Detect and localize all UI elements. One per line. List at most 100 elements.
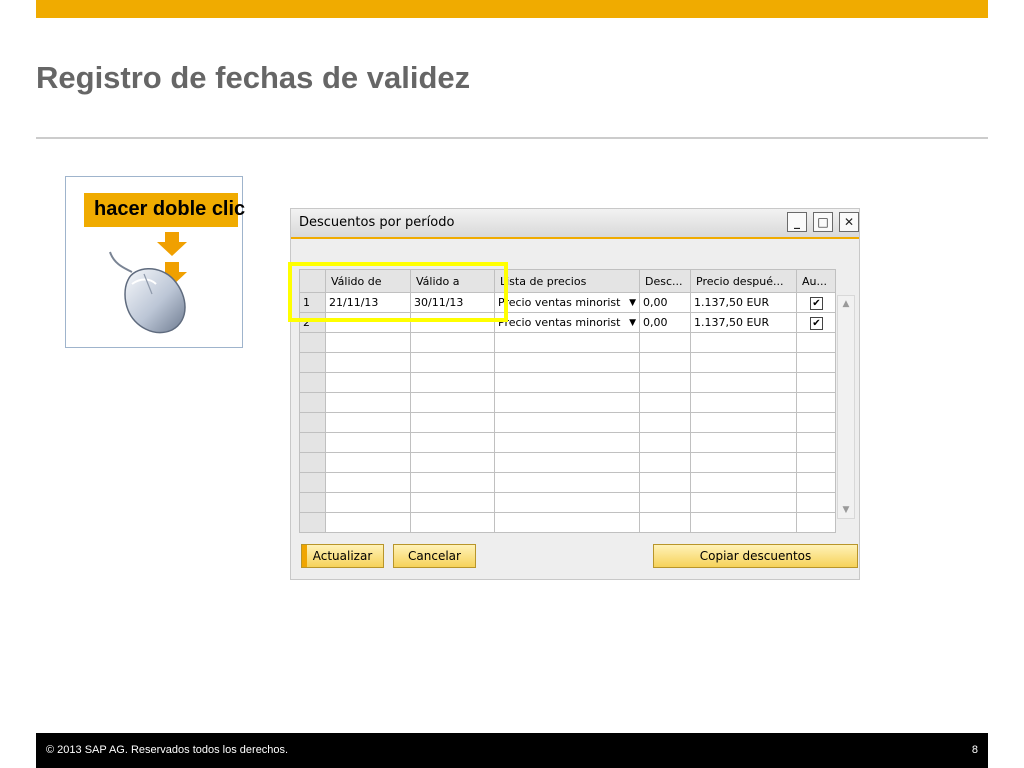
- empty-cell[interactable]: [796, 412, 836, 433]
- empty-cell[interactable]: [796, 432, 836, 453]
- empty-cell[interactable]: [639, 492, 691, 513]
- empty-cell[interactable]: [494, 332, 640, 353]
- price-after-cell[interactable]: 1.137,50 EUR: [690, 312, 797, 333]
- empty-cell[interactable]: [410, 512, 495, 533]
- empty-cell[interactable]: [325, 412, 411, 433]
- table-row[interactable]: [299, 512, 836, 533]
- empty-cell[interactable]: [639, 432, 691, 453]
- auto-checkbox[interactable]: ✔: [810, 316, 823, 330]
- table-row[interactable]: [299, 392, 836, 413]
- table-row[interactable]: [299, 432, 836, 453]
- empty-cell[interactable]: [325, 352, 411, 373]
- empty-cell[interactable]: [690, 432, 797, 453]
- close-icon[interactable]: ✕: [839, 212, 859, 232]
- cancel-button[interactable]: Cancelar: [393, 544, 476, 568]
- minimize-icon[interactable]: _: [787, 212, 807, 232]
- dropdown-arrow-icon[interactable]: ▼: [629, 318, 636, 328]
- empty-cell[interactable]: [494, 412, 640, 433]
- auto-cell[interactable]: ✔: [796, 312, 836, 333]
- vertical-scrollbar[interactable]: ▲ ▼: [837, 295, 855, 519]
- discount-cell[interactable]: 0,00: [639, 292, 691, 313]
- window-titlebar[interactable]: Descuentos por período _ □ ✕: [291, 209, 859, 239]
- empty-cell[interactable]: [796, 472, 836, 493]
- update-button[interactable]: Actualizar: [301, 544, 384, 568]
- empty-cell[interactable]: [690, 452, 797, 473]
- auto-cell[interactable]: ✔: [796, 292, 836, 313]
- table-row[interactable]: [299, 352, 836, 373]
- empty-cell[interactable]: [690, 392, 797, 413]
- empty-cell[interactable]: [410, 392, 495, 413]
- table-row[interactable]: [299, 372, 836, 393]
- empty-cell[interactable]: [690, 332, 797, 353]
- copyright-text: © 2013 SAP AG. Reservados todos los dere…: [46, 744, 289, 756]
- hint-text: hacer doble clic: [94, 198, 246, 220]
- empty-cell[interactable]: [796, 492, 836, 513]
- table-row[interactable]: [299, 412, 836, 433]
- scroll-up-icon[interactable]: ▲: [838, 296, 854, 312]
- empty-cell[interactable]: [639, 352, 691, 373]
- column-header-price-list[interactable]: Lista de precios: [494, 269, 640, 293]
- empty-cell[interactable]: [494, 492, 640, 513]
- empty-cell[interactable]: [410, 352, 495, 373]
- empty-cell[interactable]: [796, 452, 836, 473]
- empty-cell[interactable]: [796, 372, 836, 393]
- auto-checkbox[interactable]: ✔: [810, 296, 823, 310]
- table-row[interactable]: [299, 492, 836, 513]
- empty-cell[interactable]: [690, 492, 797, 513]
- empty-cell[interactable]: [410, 332, 495, 353]
- empty-cell[interactable]: [796, 332, 836, 353]
- table-row[interactable]: [299, 452, 836, 473]
- row-number: [299, 332, 326, 353]
- empty-cell[interactable]: [494, 432, 640, 453]
- copy-discounts-button[interactable]: Copiar descuentos: [653, 544, 858, 568]
- empty-cell[interactable]: [494, 372, 640, 393]
- column-header-price-after[interactable]: Precio despué...: [690, 269, 797, 293]
- empty-cell[interactable]: [639, 452, 691, 473]
- empty-cell[interactable]: [690, 512, 797, 533]
- empty-cell[interactable]: [796, 512, 836, 533]
- empty-cell[interactable]: [690, 472, 797, 493]
- empty-cell[interactable]: [410, 432, 495, 453]
- empty-cell[interactable]: [325, 492, 411, 513]
- empty-cell[interactable]: [796, 352, 836, 373]
- empty-cell[interactable]: [325, 332, 411, 353]
- empty-cell[interactable]: [639, 512, 691, 533]
- empty-cell[interactable]: [639, 472, 691, 493]
- empty-cell[interactable]: [690, 352, 797, 373]
- price-list-cell[interactable]: Precio ventas minorist ▼: [494, 312, 640, 333]
- empty-cell[interactable]: [325, 452, 411, 473]
- empty-cell[interactable]: [325, 472, 411, 493]
- empty-cell[interactable]: [494, 512, 640, 533]
- empty-cell[interactable]: [325, 512, 411, 533]
- empty-cell[interactable]: [325, 392, 411, 413]
- empty-cell[interactable]: [325, 432, 411, 453]
- scroll-down-icon[interactable]: ▼: [838, 502, 854, 518]
- maximize-icon[interactable]: □: [813, 212, 833, 232]
- row-number: [299, 432, 326, 453]
- empty-cell[interactable]: [410, 472, 495, 493]
- empty-cell[interactable]: [639, 392, 691, 413]
- empty-cell[interactable]: [410, 492, 495, 513]
- empty-cell[interactable]: [690, 412, 797, 433]
- empty-cell[interactable]: [410, 412, 495, 433]
- empty-cell[interactable]: [494, 472, 640, 493]
- dropdown-arrow-icon[interactable]: ▼: [629, 298, 636, 308]
- empty-cell[interactable]: [796, 392, 836, 413]
- price-after-cell[interactable]: 1.137,50 EUR: [690, 292, 797, 313]
- empty-cell[interactable]: [690, 372, 797, 393]
- empty-cell[interactable]: [325, 372, 411, 393]
- empty-cell[interactable]: [494, 452, 640, 473]
- discount-cell[interactable]: 0,00: [639, 312, 691, 333]
- price-list-cell[interactable]: Precio ventas minorist ▼: [494, 292, 640, 313]
- empty-cell[interactable]: [639, 372, 691, 393]
- empty-cell[interactable]: [494, 352, 640, 373]
- empty-cell[interactable]: [639, 412, 691, 433]
- empty-cell[interactable]: [410, 372, 495, 393]
- empty-cell[interactable]: [494, 392, 640, 413]
- column-header-auto[interactable]: Au...: [796, 269, 836, 293]
- empty-cell[interactable]: [639, 332, 691, 353]
- empty-cell[interactable]: [410, 452, 495, 473]
- table-row[interactable]: [299, 332, 836, 353]
- column-header-discount[interactable]: Desc...: [639, 269, 691, 293]
- table-row[interactable]: [299, 472, 836, 493]
